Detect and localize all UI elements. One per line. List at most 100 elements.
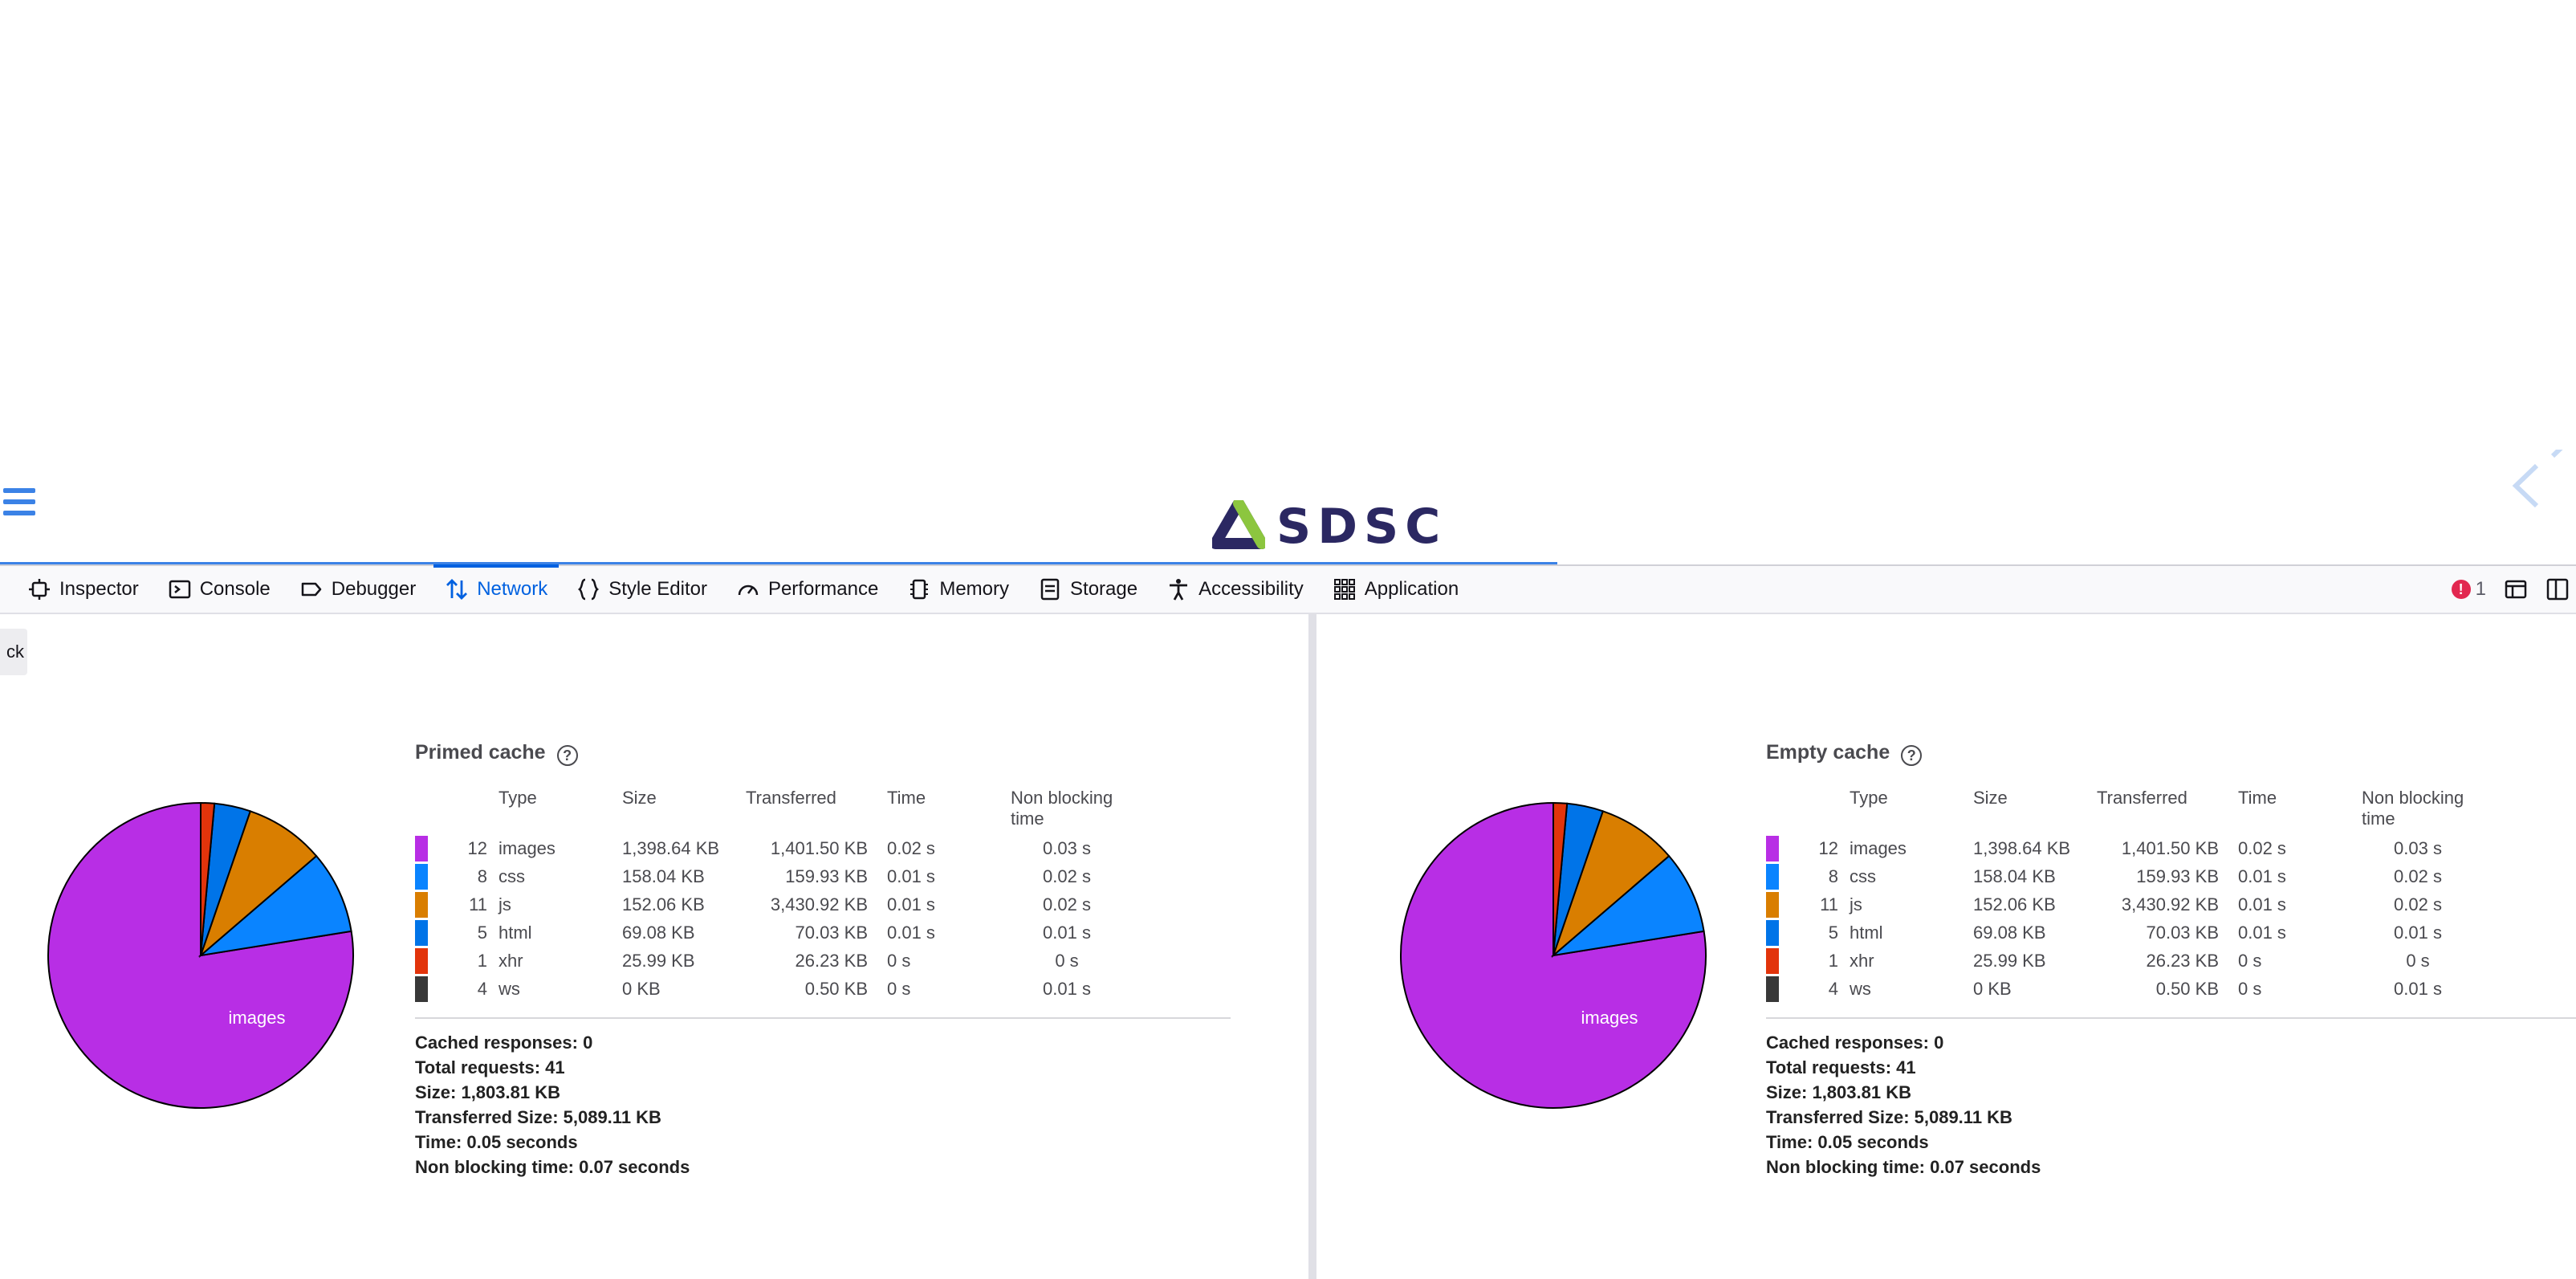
table-header-row: Type Size Transferred Time Non blocking time: [1766, 783, 2474, 834]
type-color-swatch: [1766, 863, 1779, 890]
col-transferred[interactable]: Transferred: [2097, 783, 2238, 834]
dock-options-icon[interactable]: [2504, 577, 2528, 601]
total-cached: Cached responses: 0: [415, 1033, 593, 1053]
col-non-blocking[interactable]: Non blocking time: [2362, 783, 2474, 834]
col-size[interactable]: Size: [1973, 783, 2097, 834]
cell-non-blocking: 0 s: [1055, 950, 1079, 971]
total-non-blocking: Non blocking time: 0.07 seconds: [415, 1157, 690, 1177]
cell-transferred: 0.50 KB: [804, 978, 868, 999]
split-console-icon[interactable]: [2545, 577, 2570, 601]
error-icon: !: [2451, 580, 2471, 599]
tab-label: Accessibility: [1198, 578, 1304, 600]
carousel-prev-icon[interactable]: [2505, 431, 2576, 526]
devtools-panel: Inspector Console Debugger Network Style Edi…: [0, 564, 2576, 1279]
pie-label-images: images: [229, 1008, 286, 1028]
table-row: 12 images 1,398.64 KB 1,401.50 KB 0.02 s 0.03…: [1766, 834, 2474, 862]
tab-console[interactable]: Console: [153, 566, 285, 613]
type-color-swatch: [1766, 947, 1779, 974]
cell-count: 12: [1818, 837, 1838, 858]
cell-transferred: 70.03 KB: [795, 922, 868, 943]
type-table: Type Size Transferred Time Non blocking time…: [415, 783, 1123, 1003]
col-time[interactable]: Time: [2238, 783, 2362, 834]
tab-storage[interactable]: Storage: [1023, 566, 1152, 613]
cell-transferred: 1,401.50 KB: [770, 837, 868, 858]
help-icon[interactable]: ?: [556, 745, 578, 766]
tab-label: Console: [199, 578, 271, 600]
panel-title: Empty cache?: [1766, 736, 2576, 768]
pie-label-images: images: [1581, 1008, 1638, 1028]
total-time: Time: 0.05 seconds: [1766, 1132, 1929, 1152]
totals: Cached responses: 0 Total requests: 41 Siz…: [415, 1030, 1250, 1179]
cell-time: 0.02 s: [2238, 837, 2286, 858]
cell-time: 0.01 s: [2238, 866, 2286, 886]
cell-time: 0.01 s: [2238, 922, 2286, 943]
site-logo[interactable]: SDSC: [1212, 498, 1447, 556]
tab-performance[interactable]: Performance: [722, 566, 893, 613]
col-type[interactable]: Type: [1850, 783, 1973, 834]
divider: [1766, 1017, 2576, 1019]
cell-transferred: 70.03 KB: [2146, 922, 2219, 943]
cell-time: 0.01 s: [887, 922, 935, 943]
tab-debugger[interactable]: Debugger: [285, 566, 430, 613]
cell-count: 4: [477, 978, 487, 999]
type-table: Type Size Transferred Time Non blocking time…: [1766, 783, 2474, 1003]
type-color-swatch: [1766, 891, 1779, 918]
cache-summary: Empty cache? Type Size Transferred Time Non b…: [1766, 736, 2576, 1179]
cell-type: ws: [499, 978, 520, 999]
cell-count: 1: [1828, 950, 1838, 971]
cell-count: 8: [1828, 866, 1838, 886]
cell-type: xhr: [1850, 950, 1874, 971]
table-header-row: Type Size Transferred Time Non blocking time: [415, 783, 1123, 834]
cell-type: js: [1850, 894, 1862, 914]
type-color-swatch: [1766, 976, 1779, 1002]
divider: [415, 1017, 1231, 1019]
total-time: Time: 0.05 seconds: [415, 1132, 578, 1152]
cell-size: 158.04 KB: [1973, 866, 2056, 886]
cell-transferred: 26.23 KB: [795, 950, 868, 971]
table-row: 4 ws 0 KB 0.50 KB 0 s 0.01 s: [1766, 975, 2474, 1003]
total-transferred: Transferred Size: 5,089.11 KB: [1766, 1107, 2012, 1127]
primed-cache-panel: images Primed cache? Type Size Transferred Ti…: [0, 614, 1308, 1279]
error-count-badge[interactable]: ! 1: [2451, 578, 2486, 601]
panel-splitter[interactable]: [1308, 614, 1316, 1279]
cell-transferred: 1,401.50 KB: [2121, 837, 2219, 858]
cell-transferred: 26.23 KB: [2146, 950, 2219, 971]
table-row: 11 js 152.06 KB 3,430.92 KB 0.01 s 0.02 s: [1766, 890, 2474, 919]
tab-label: Storage: [1070, 578, 1138, 600]
total-size: Size: 1,803.81 KB: [415, 1082, 560, 1102]
type-color-swatch: [415, 919, 428, 946]
col-size[interactable]: Size: [622, 783, 746, 834]
type-color-swatch: [415, 976, 428, 1002]
total-non-blocking: Non blocking time: 0.07 seconds: [1766, 1157, 2041, 1177]
tab-label: Performance: [767, 578, 879, 600]
help-icon[interactable]: ?: [1901, 745, 1923, 766]
cell-size: 1,398.64 KB: [622, 837, 720, 858]
cell-time: 0.02 s: [887, 837, 935, 858]
tab-network[interactable]: Network: [430, 564, 562, 613]
tab-application[interactable]: Application: [1318, 566, 1473, 613]
col-non-blocking[interactable]: Non blocking time: [1011, 783, 1123, 834]
tab-inspector[interactable]: Inspector: [13, 566, 153, 613]
pie-chart: images: [1400, 801, 1707, 1109]
total-cached: Cached responses: 0: [1766, 1033, 1944, 1053]
col-type[interactable]: Type: [499, 783, 622, 834]
col-transferred[interactable]: Transferred: [746, 783, 887, 834]
cell-size: 0 KB: [622, 978, 661, 999]
tab-accessibility[interactable]: Accessibility: [1152, 566, 1318, 613]
tab-label: Debugger: [331, 578, 417, 600]
cell-size: 25.99 KB: [622, 950, 695, 971]
cell-count: 1: [477, 950, 487, 971]
debugger-icon: [301, 582, 322, 597]
tab-memory[interactable]: Memory: [893, 566, 1023, 613]
hamburger-menu-icon[interactable]: [3, 488, 35, 517]
tab-label: Network: [477, 578, 548, 600]
pie-chart: images: [47, 801, 354, 1109]
cell-time: 0 s: [2238, 978, 2262, 999]
storage-icon: [1040, 578, 1060, 601]
type-color-swatch: [1766, 919, 1779, 946]
error-count: 1: [2475, 578, 2486, 600]
table-row: 8 css 158.04 KB 159.93 KB 0.01 s 0.02 s: [1766, 862, 2474, 890]
cell-non-blocking: 0.02 s: [1043, 894, 1091, 914]
col-time[interactable]: Time: [887, 783, 1011, 834]
tab-style-editor[interactable]: Style Editor: [562, 566, 722, 613]
